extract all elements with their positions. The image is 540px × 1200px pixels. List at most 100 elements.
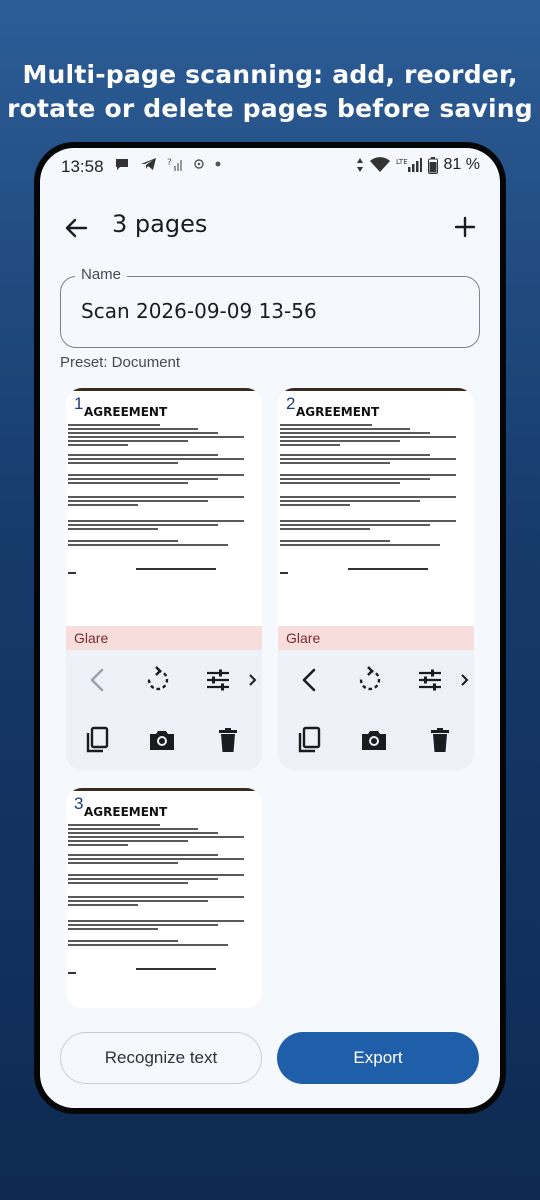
document-text-line xyxy=(68,836,244,838)
plus-icon xyxy=(454,216,476,238)
preset-label: Preset: Document xyxy=(60,354,181,371)
glare-warning: Glare xyxy=(66,626,262,650)
document-text-line xyxy=(68,440,188,442)
document-text-line xyxy=(68,544,228,546)
data-arrows-icon xyxy=(356,158,363,172)
document-text-line xyxy=(68,520,244,522)
page-thumbnail[interactable]: AGREEMENT 2 xyxy=(278,388,474,626)
promo-headline-line-1: Multi-page scanning: add, reorder, xyxy=(22,60,518,89)
document-text-line xyxy=(280,540,390,542)
more-tools-button[interactable] xyxy=(246,664,262,696)
recognize-text-button[interactable]: Recognize text xyxy=(60,1032,262,1084)
promo-headline: Multi-page scanning: add, reorder, rotat… xyxy=(0,58,540,126)
page-thumbnail[interactable]: AGREEMENT 1 xyxy=(66,388,262,626)
document-text-line xyxy=(68,924,218,926)
document-text-line xyxy=(68,444,128,446)
duplicate-icon xyxy=(86,726,109,753)
document-text-line xyxy=(68,504,138,506)
adjust-icon xyxy=(419,669,441,691)
document-text-line xyxy=(68,840,188,842)
document-text-line xyxy=(68,436,244,438)
move-left-button[interactable] xyxy=(82,664,114,696)
phone-screen: 13:58 ? LTE 81 % 3 pages Name Scan 2026-… xyxy=(40,148,500,1108)
rotate-button[interactable] xyxy=(142,664,174,696)
duplicate-button[interactable] xyxy=(294,724,326,756)
document-text-line xyxy=(68,896,244,898)
document-signature-line xyxy=(136,968,216,970)
duplicate-button[interactable] xyxy=(82,724,114,756)
lte-label: LTE xyxy=(396,158,408,166)
move-left-icon xyxy=(90,668,104,692)
document-text-line xyxy=(68,858,244,860)
document-text-line xyxy=(68,462,178,464)
document-text-line xyxy=(280,432,430,434)
name-field-label: Name xyxy=(75,266,128,283)
battery-icon xyxy=(427,156,438,174)
document-text-line xyxy=(280,458,456,460)
back-button[interactable] xyxy=(60,212,92,244)
page-number: 3 xyxy=(74,794,84,813)
glare-warning: Glare xyxy=(278,626,474,650)
page-tools-row xyxy=(66,660,262,700)
more-chevron-icon xyxy=(249,674,257,686)
adjust-button[interactable] xyxy=(202,664,234,696)
page-card[interactable]: AGREEMENT 1 Glare xyxy=(66,388,262,770)
page-card[interactable]: AGREEMENT 3 xyxy=(66,788,262,1008)
add-page-button[interactable] xyxy=(450,212,480,242)
promo-headline-line-2: rotate or delete pages before saving xyxy=(7,94,533,123)
status-icons-right: LTE 81 % xyxy=(356,156,480,174)
rotate-icon xyxy=(359,666,381,691)
svg-text:?: ? xyxy=(167,158,172,168)
document-text-line xyxy=(68,482,188,484)
retake-button[interactable] xyxy=(358,724,390,756)
document-text-line xyxy=(68,854,218,856)
name-field[interactable]: Name Scan 2026-09-09 13-56 xyxy=(60,266,480,348)
document-text-line xyxy=(68,904,138,906)
app-notification-icon xyxy=(194,159,204,169)
move-left-button[interactable] xyxy=(294,664,326,696)
document-text-line xyxy=(68,824,160,826)
document-text-line xyxy=(68,862,178,864)
name-field-value[interactable]: Scan 2026-09-09 13-56 xyxy=(81,299,317,323)
document-heading: AGREEMENT xyxy=(84,805,168,819)
document-text-line xyxy=(68,844,128,846)
lte-signal-icon: LTE xyxy=(396,158,422,172)
page-thumbnail[interactable]: AGREEMENT 3 xyxy=(66,788,262,1008)
page-title: 3 pages xyxy=(112,210,208,238)
delete-button[interactable] xyxy=(424,724,456,756)
document-text-line xyxy=(68,454,218,456)
document-text-line xyxy=(68,832,218,834)
rotate-button[interactable] xyxy=(354,664,386,696)
document-text-line xyxy=(280,440,400,442)
document-signature-line xyxy=(348,568,428,570)
page-actions-row xyxy=(66,720,262,760)
document-text-line xyxy=(68,928,158,930)
arrow-back-icon xyxy=(65,218,88,238)
more-chevron-icon xyxy=(461,674,469,686)
wifi-icon xyxy=(369,157,390,172)
document-text-line xyxy=(68,428,198,430)
adjust-button[interactable] xyxy=(414,664,446,696)
document-text-line xyxy=(68,940,178,942)
document-text-line xyxy=(68,944,228,946)
document-signature-line xyxy=(136,568,216,570)
page-tools-row xyxy=(278,660,474,700)
document-text-line xyxy=(280,454,430,456)
document-text-line xyxy=(280,544,440,546)
delete-icon xyxy=(219,728,237,752)
document-text-line xyxy=(68,972,76,974)
document-text-line xyxy=(280,436,456,438)
document-text-line xyxy=(68,524,218,526)
page-card[interactable]: AGREEMENT 2 Glare xyxy=(278,388,474,770)
duplicate-icon xyxy=(298,726,321,753)
document-text-line xyxy=(280,504,350,506)
retake-button[interactable] xyxy=(146,724,178,756)
document-heading: AGREEMENT xyxy=(84,405,168,419)
document-text-line xyxy=(280,478,430,480)
delete-button[interactable] xyxy=(212,724,244,756)
document-text-line xyxy=(280,474,456,476)
document-text-line xyxy=(280,520,456,522)
document-text-line xyxy=(68,474,244,476)
export-button[interactable]: Export xyxy=(277,1032,479,1084)
more-tools-button[interactable] xyxy=(458,664,474,696)
